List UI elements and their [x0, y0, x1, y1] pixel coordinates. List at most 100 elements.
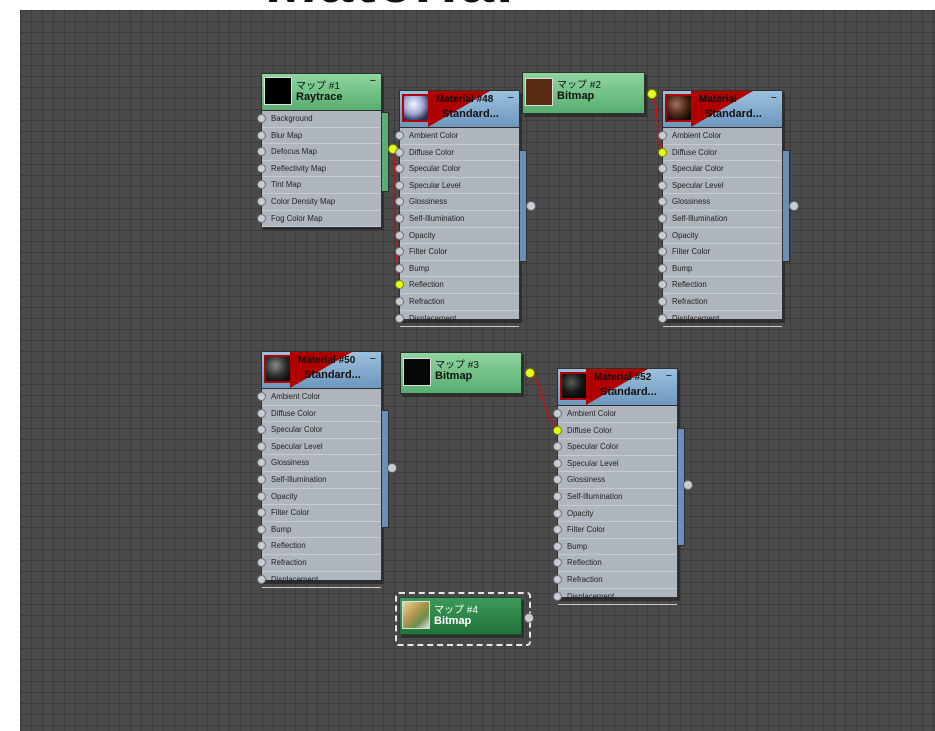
slot-row[interactable]: Opacity: [658, 228, 782, 245]
slot-row[interactable]: Fog Color Map: [257, 211, 381, 228]
input-socket[interactable]: [395, 147, 404, 157]
slot-row[interactable]: Refraction: [257, 555, 381, 572]
slot-row[interactable]: Diffuse Color: [395, 145, 519, 162]
slot-row[interactable]: Specular Level: [553, 456, 677, 473]
slot-row[interactable]: Ambient Color: [257, 389, 381, 406]
input-socket[interactable]: [658, 213, 667, 223]
node-header[interactable]: マップ #2 Bitmap: [523, 73, 644, 113]
input-socket[interactable]: [658, 131, 667, 140]
node-map3-bitmap[interactable]: マップ #3 Bitmap: [400, 352, 522, 394]
minimize-button[interactable]: −: [666, 370, 672, 382]
slot-row[interactable]: Filter Color: [553, 522, 677, 539]
slot-row[interactable]: Bump: [257, 522, 381, 539]
input-socket-connected[interactable]: [658, 147, 667, 157]
node-header[interactable]: マップ #3 Bitmap: [401, 353, 521, 393]
input-socket[interactable]: [553, 574, 562, 584]
input-socket[interactable]: [257, 458, 266, 468]
input-socket[interactable]: [553, 458, 562, 468]
input-socket[interactable]: [553, 491, 562, 501]
slot-row[interactable]: Glossiness: [553, 472, 677, 489]
input-socket[interactable]: [553, 558, 562, 568]
slot-row[interactable]: Reflection: [257, 538, 381, 555]
input-socket[interactable]: [257, 147, 266, 157]
node-header[interactable]: マップ #4 Bitmap: [400, 598, 521, 634]
input-socket[interactable]: [658, 197, 667, 207]
node-map4-bitmap[interactable]: マップ #4 Bitmap: [399, 597, 522, 635]
slot-row[interactable]: Defocus Map: [257, 144, 381, 161]
slot-row[interactable]: Color Density Map: [257, 194, 381, 211]
input-socket[interactable]: [658, 230, 667, 240]
slot-row[interactable]: Ambient Color: [395, 128, 519, 145]
input-socket[interactable]: [257, 474, 266, 484]
slot-row[interactable]: Reflection: [395, 277, 519, 294]
input-socket[interactable]: [257, 213, 266, 223]
slot-row[interactable]: Specular Color: [395, 161, 519, 178]
output-socket[interactable]: [683, 480, 693, 490]
input-socket[interactable]: [257, 180, 266, 190]
output-socket[interactable]: [789, 201, 799, 211]
input-socket[interactable]: [658, 164, 667, 174]
node-header[interactable]: マップ #1 Raytrace −: [262, 74, 381, 111]
slot-row[interactable]: Self-Illumination: [658, 211, 782, 228]
input-socket[interactable]: [553, 525, 562, 535]
output-socket[interactable]: [387, 463, 397, 473]
slot-row[interactable]: Diffuse Color: [658, 145, 782, 162]
input-socket[interactable]: [257, 408, 266, 418]
slot-row[interactable]: Specular Level: [257, 439, 381, 456]
input-socket[interactable]: [257, 491, 266, 501]
node-material49[interactable]: Material Standard... − Ambient Color Dif…: [658, 90, 783, 328]
input-socket[interactable]: [553, 508, 562, 518]
node-header[interactable]: Material Standard... −: [663, 91, 782, 128]
slot-row[interactable]: Glossiness: [658, 194, 782, 211]
slot-row[interactable]: Self-Illumination: [553, 489, 677, 506]
input-socket[interactable]: [257, 541, 266, 551]
input-socket[interactable]: [553, 409, 562, 418]
slot-row[interactable]: Filter Color: [395, 244, 519, 261]
slot-row[interactable]: Self-Illumination: [257, 472, 381, 489]
input-socket[interactable]: [658, 296, 667, 306]
slot-row[interactable]: Specular Color: [658, 161, 782, 178]
input-socket-connected[interactable]: [553, 425, 562, 435]
slot-row[interactable]: Opacity: [257, 489, 381, 506]
input-socket[interactable]: [658, 263, 667, 273]
slot-row[interactable]: Displacement: [395, 311, 519, 328]
input-socket[interactable]: [553, 442, 562, 452]
output-socket[interactable]: [526, 201, 536, 211]
slot-row[interactable]: Filter Color: [658, 244, 782, 261]
slot-row[interactable]: Bump: [658, 261, 782, 278]
slot-row[interactable]: Ambient Color: [658, 128, 782, 145]
minimize-button[interactable]: −: [370, 75, 376, 87]
node-material48[interactable]: Material #48 Standard... − Ambient Color…: [395, 90, 520, 328]
input-socket[interactable]: [658, 180, 667, 190]
minimize-button[interactable]: −: [771, 92, 777, 104]
input-socket[interactable]: [395, 247, 404, 257]
input-socket[interactable]: [395, 230, 404, 240]
input-socket[interactable]: [395, 197, 404, 207]
slot-row[interactable]: Displacement: [658, 311, 782, 328]
node-header[interactable]: Material #50 Standard... −: [262, 352, 381, 389]
slot-row[interactable]: Refraction: [658, 294, 782, 311]
input-socket[interactable]: [395, 296, 404, 306]
slot-row[interactable]: Bump: [553, 539, 677, 556]
slot-row[interactable]: Reflection: [553, 555, 677, 572]
input-socket[interactable]: [257, 130, 266, 140]
input-socket[interactable]: [395, 131, 404, 140]
node-material52[interactable]: Material #52 Standard... − Ambient Color…: [553, 368, 678, 606]
input-socket[interactable]: [257, 557, 266, 567]
input-socket[interactable]: [257, 392, 266, 401]
input-socket[interactable]: [395, 164, 404, 174]
input-socket[interactable]: [257, 508, 266, 518]
slot-row[interactable]: Glossiness: [257, 455, 381, 472]
slot-row[interactable]: Reflection: [658, 277, 782, 294]
input-socket[interactable]: [553, 591, 562, 601]
slot-row[interactable]: Displacement: [553, 589, 677, 606]
slot-row[interactable]: Specular Level: [658, 178, 782, 195]
slot-row[interactable]: Displacement: [257, 572, 381, 589]
input-socket[interactable]: [257, 196, 266, 206]
slot-row[interactable]: Filter Color: [257, 505, 381, 522]
slot-row[interactable]: Opacity: [553, 506, 677, 523]
input-socket[interactable]: [257, 114, 266, 123]
input-socket[interactable]: [395, 313, 404, 323]
input-socket[interactable]: [553, 541, 562, 551]
slot-row[interactable]: Blur Map: [257, 128, 381, 145]
